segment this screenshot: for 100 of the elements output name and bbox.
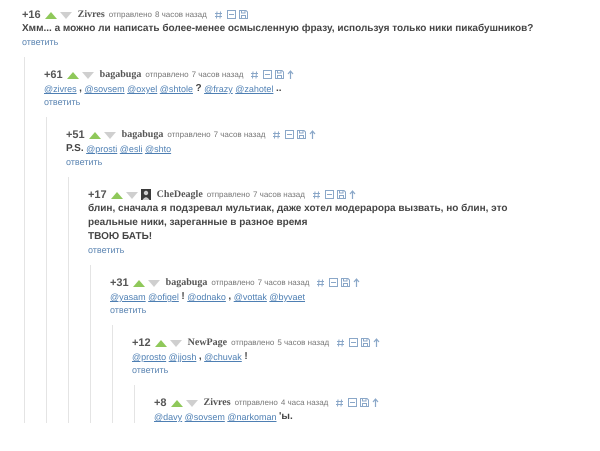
rating: +8 <box>154 396 167 408</box>
sent-label: отправлено <box>206 190 250 199</box>
collapse-icon[interactable] <box>329 278 338 287</box>
downvote-icon[interactable] <box>104 130 116 138</box>
author-name[interactable]: CheDeagle <box>156 189 203 200</box>
mention-link[interactable]: @sovsem <box>84 83 125 95</box>
avatar-icon <box>140 189 151 200</box>
comment-time: 7 часов назад <box>214 130 266 139</box>
author-name[interactable]: Zivres <box>204 397 231 408</box>
mention-link[interactable]: @chuvak <box>204 351 242 363</box>
reply-link[interactable]: ответить <box>110 305 146 316</box>
reply-link[interactable]: ответить <box>88 245 124 256</box>
downvote-icon[interactable] <box>82 70 94 78</box>
mention-link[interactable]: @esli <box>120 143 142 155</box>
rating: +51 <box>66 128 85 140</box>
collapse-icon[interactable] <box>324 190 334 199</box>
mention-link[interactable]: @jjosh <box>168 351 196 363</box>
hash-icon[interactable] <box>214 10 222 18</box>
mention-link[interactable]: @vottak <box>234 291 267 303</box>
sent-label: отправлено <box>145 70 189 79</box>
mention-link[interactable]: @zivres <box>44 83 77 95</box>
hash-icon[interactable] <box>273 130 280 138</box>
reply-link[interactable]: ответить <box>132 365 168 376</box>
comment-time: 7 часов назад <box>192 70 244 79</box>
up-arrow-icon[interactable] <box>373 338 380 347</box>
save-icon[interactable] <box>361 338 370 347</box>
comment-time: 5 часов назад <box>277 338 330 347</box>
mention-link[interactable]: @prosti <box>86 143 118 155</box>
mention-link[interactable]: @davy <box>154 411 182 423</box>
save-icon[interactable] <box>341 278 350 287</box>
upvote-icon[interactable] <box>132 278 145 286</box>
collapse-icon[interactable] <box>226 10 236 19</box>
sent-label: отправлено <box>211 278 255 287</box>
author-name[interactable]: bagabuga <box>122 129 164 140</box>
hash-icon[interactable] <box>317 278 324 286</box>
mention-link[interactable]: @sovsem <box>184 411 225 423</box>
sent-label: отправлено <box>167 130 211 139</box>
mention-link[interactable]: @byvaet <box>269 291 306 303</box>
up-arrow-icon[interactable] <box>309 130 316 139</box>
upvote-icon[interactable] <box>88 130 101 138</box>
comment-text: P.S. @prosti @esli @shto <box>66 143 172 155</box>
upvote-icon[interactable] <box>154 338 167 346</box>
save-icon[interactable] <box>360 398 370 407</box>
downvote-icon[interactable] <box>60 10 72 18</box>
comment-text: Хмм... а можно ли написать более-менее осмысленную фразу, используя только ники пикабушников? <box>22 23 534 35</box>
comment-time: 8 часов назад <box>154 10 207 19</box>
hash-icon[interactable] <box>312 190 320 198</box>
downvote-icon[interactable] <box>148 278 160 286</box>
comment-time: 4 часа назад <box>280 398 328 407</box>
sent-label: отправлено <box>108 10 152 19</box>
save-icon[interactable] <box>297 130 306 139</box>
mention-link[interactable]: @yasam <box>110 291 146 303</box>
collapse-icon[interactable] <box>263 70 272 79</box>
upvote-icon[interactable] <box>170 398 183 406</box>
rating: +16 <box>22 8 41 20</box>
save-icon[interactable] <box>336 190 346 199</box>
hash-icon[interactable] <box>337 338 344 346</box>
collapse-icon[interactable] <box>349 338 358 347</box>
author-name[interactable]: NewPage <box>188 337 228 348</box>
reply-link[interactable]: ответить <box>22 37 58 48</box>
mention-link[interactable]: @frazy <box>204 83 233 95</box>
comment-time: 7 часов назад <box>258 278 310 287</box>
up-arrow-icon[interactable] <box>287 70 294 79</box>
up-arrow-icon[interactable] <box>353 278 360 287</box>
comment-text: ТВОЮ БАТЬ! <box>88 231 154 243</box>
comment-text: @zivres , @sovsem @oxyel @shtole ? @frazy @zahotel .. <box>44 83 282 95</box>
reply-link[interactable]: ответить <box>44 97 80 108</box>
up-arrow-icon[interactable] <box>348 190 356 199</box>
mention-link[interactable]: @shto <box>144 143 172 155</box>
up-arrow-icon[interactable] <box>372 398 380 407</box>
hash-icon[interactable] <box>251 70 258 78</box>
comment-text: @davy @sovsem @narkoman 'ы. <box>154 411 294 423</box>
rating: +31 <box>110 276 129 288</box>
downvote-icon[interactable] <box>186 398 198 406</box>
collapse-icon[interactable] <box>348 398 358 407</box>
upvote-icon[interactable] <box>44 10 57 18</box>
save-icon[interactable] <box>275 70 284 79</box>
mention-link[interactable]: @oxyel <box>127 83 158 95</box>
comment-time: 7 часов назад <box>253 190 305 199</box>
downvote-icon[interactable] <box>126 190 138 198</box>
mention-link[interactable]: @narkoman <box>227 411 277 423</box>
downvote-icon[interactable] <box>170 338 182 346</box>
sent-label: отправлено <box>231 338 274 347</box>
hash-icon[interactable] <box>336 398 344 406</box>
author-name[interactable]: Zivres <box>78 9 105 20</box>
comment-text: @yasam @ofigel ! @odnako , @vottak @byvaet <box>110 291 306 303</box>
mention-link[interactable]: @odnako <box>187 291 226 303</box>
save-icon[interactable] <box>238 10 248 19</box>
comment-text: блин, сначала я подзревал мультиак, даже хотел модерарора вызвать, но блин, это <box>88 203 508 215</box>
mention-link[interactable]: @shtole <box>160 83 193 95</box>
mention-link[interactable]: @zahotel <box>235 83 274 95</box>
collapse-icon[interactable] <box>285 130 294 139</box>
upvote-icon[interactable] <box>66 70 79 78</box>
upvote-icon[interactable] <box>110 190 123 198</box>
reply-link[interactable]: ответить <box>66 157 102 168</box>
mention-link[interactable]: @prosto <box>132 351 166 363</box>
rating: +17 <box>88 188 107 200</box>
mention-link[interactable]: @ofigel <box>148 291 179 303</box>
author-name[interactable]: bagabuga <box>100 69 142 80</box>
author-name[interactable]: bagabuga <box>166 277 208 288</box>
